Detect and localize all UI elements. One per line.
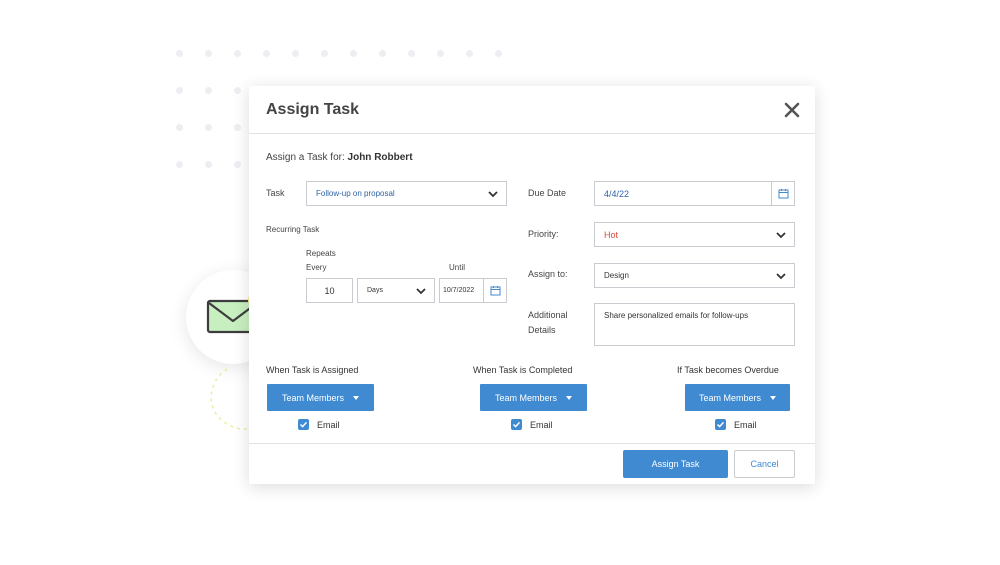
due-date-value: 4/4/22	[604, 188, 630, 199]
email-label: Email	[734, 419, 757, 430]
background-dot	[495, 50, 502, 57]
background-dot	[205, 87, 212, 94]
caret-down-icon	[353, 395, 359, 400]
notify-overdue-email[interactable]: Email	[715, 419, 757, 430]
background-dot	[176, 161, 183, 168]
priority-value: Hot	[604, 229, 619, 240]
assign-task-button[interactable]: Assign Task	[623, 450, 728, 478]
checkbox-checked-icon[interactable]	[298, 419, 309, 430]
email-label: Email	[317, 419, 340, 430]
until-label: Until	[449, 263, 466, 272]
assign-for-line: Assign a Task for: John Robbert	[266, 152, 413, 163]
background-dot	[234, 124, 241, 131]
additional-details-textarea[interactable]: Share personalized emails for follow-ups	[594, 303, 795, 346]
caret-down-icon	[566, 395, 572, 400]
cancel-button[interactable]: Cancel	[734, 450, 795, 478]
assignee-name: John Robbert	[347, 152, 413, 163]
notify-completed-email[interactable]: Email	[511, 419, 553, 430]
background-dot	[205, 50, 212, 57]
team-button-label: Team Members	[281, 392, 344, 403]
chevron-down-icon	[488, 190, 498, 197]
priority-label: Priority:	[528, 229, 559, 239]
background-dot	[234, 50, 241, 57]
team-button-label: Team Members	[494, 392, 557, 403]
background-dot	[205, 124, 212, 131]
background-dot	[466, 50, 473, 57]
notify-overdue-title: If Task becomes Overdue	[677, 365, 779, 375]
repeat-interval-input[interactable]: 10	[306, 278, 353, 303]
assign-to-label: Assign to:	[528, 269, 568, 279]
background-dot	[437, 50, 444, 57]
background-dot	[292, 50, 299, 57]
notify-assigned-email[interactable]: Email	[298, 419, 340, 430]
repeat-interval-value: 10	[324, 285, 335, 296]
until-date-input[interactable]: 10/7/2022	[439, 278, 507, 303]
close-icon[interactable]	[783, 101, 801, 119]
background-dot	[176, 124, 183, 131]
checkbox-checked-icon[interactable]	[511, 419, 522, 430]
team-button-label: Team Members	[698, 392, 761, 403]
background-dot	[176, 50, 183, 57]
chevron-down-icon	[776, 231, 786, 238]
priority-select[interactable]: Hot	[594, 222, 795, 247]
caret-down-icon	[770, 395, 776, 400]
due-date-input[interactable]: 4/4/22	[594, 181, 795, 206]
background-dot	[379, 50, 386, 57]
assign-to-select[interactable]: Design	[594, 263, 795, 288]
task-value: Follow-up on proposal	[316, 189, 395, 198]
calendar-icon[interactable]	[483, 279, 506, 302]
every-label: Every	[306, 263, 327, 272]
repeat-unit-value: Days	[367, 287, 383, 294]
background-dot	[321, 50, 328, 57]
background-dot	[350, 50, 357, 57]
details-label-line1: Additional	[528, 310, 568, 320]
details-label-line2: Details	[528, 325, 556, 335]
until-date-value: 10/7/2022	[443, 287, 475, 294]
checkbox-checked-icon[interactable]	[715, 419, 726, 430]
assign-to-value: Design	[604, 271, 629, 280]
calendar-icon[interactable]	[771, 182, 794, 205]
chevron-down-icon	[776, 272, 786, 279]
notify-overdue-team-button[interactable]: Team Members	[685, 384, 790, 411]
dialog-title: Assign Task	[266, 101, 360, 118]
assign-task-dialog: Assign Task Assign a Task for: John Robb…	[249, 86, 815, 484]
background-dot	[263, 50, 270, 57]
background-dot	[234, 161, 241, 168]
background-dot	[234, 87, 241, 94]
repeat-unit-select[interactable]: Days	[357, 278, 435, 303]
task-label: Task	[266, 188, 285, 198]
due-date-label: Due Date	[528, 188, 567, 198]
task-select[interactable]: Follow-up on proposal	[306, 181, 507, 206]
footer-divider	[249, 443, 815, 444]
background-dot	[205, 161, 212, 168]
details-value: Share personalized emails for follow-ups	[604, 311, 749, 320]
email-label: Email	[530, 419, 553, 430]
background-dot	[408, 50, 415, 57]
background-dot	[176, 87, 183, 94]
notify-assigned-title: When Task is Assigned	[266, 365, 359, 375]
notify-assigned-team-button[interactable]: Team Members	[267, 384, 374, 411]
assign-for-label: Assign a Task for:	[266, 152, 345, 163]
recurring-task-label: Recurring Task	[266, 225, 320, 234]
notify-completed-title: When Task is Completed	[473, 365, 573, 375]
chevron-down-icon	[416, 287, 426, 294]
notify-completed-team-button[interactable]: Team Members	[480, 384, 587, 411]
repeats-label: Repeats	[306, 249, 336, 258]
dialog-header: Assign Task	[249, 86, 815, 134]
